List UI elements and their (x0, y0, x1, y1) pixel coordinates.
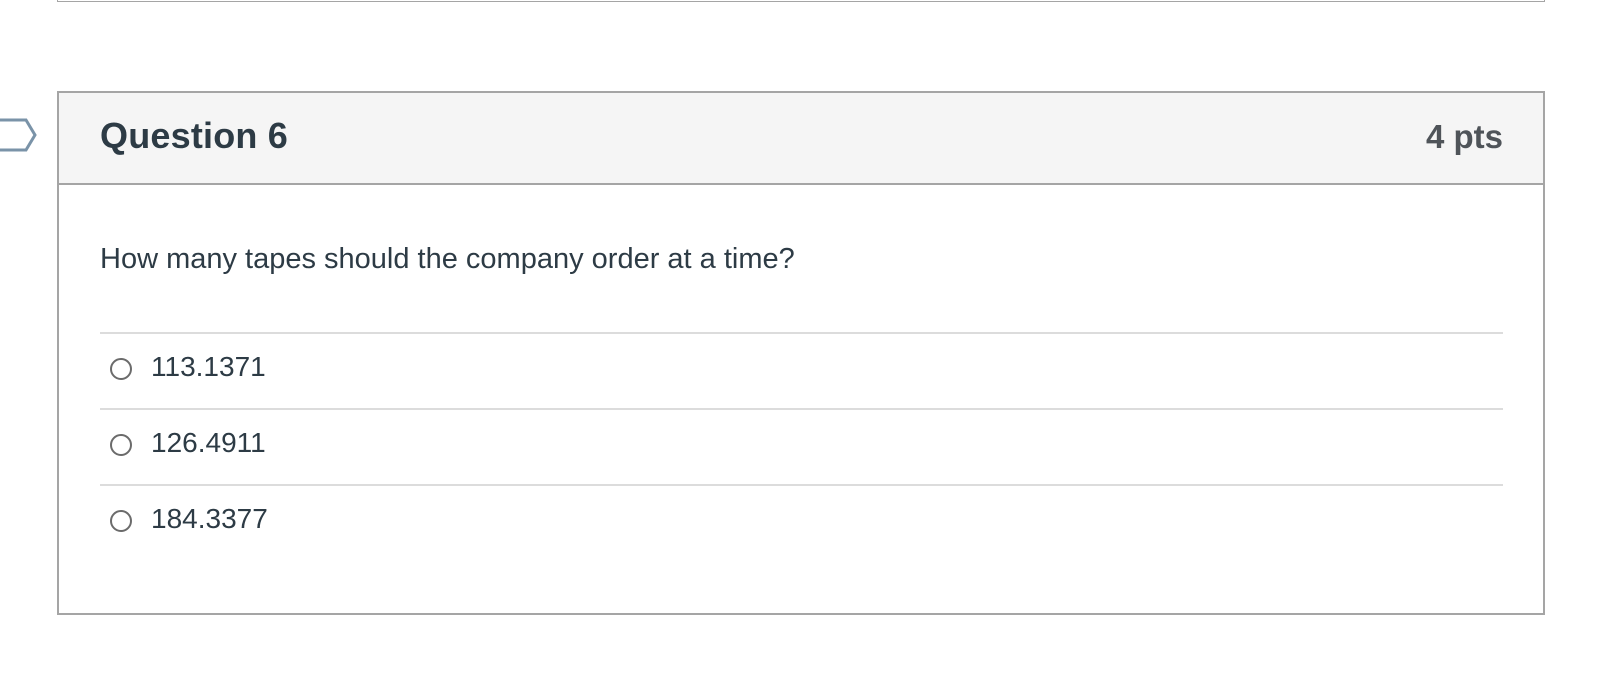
question-card: Question 6 4 pts How many tapes should t… (57, 91, 1545, 615)
question-header: Question 6 4 pts (59, 93, 1543, 185)
quiz-page: Question 6 4 pts How many tapes should t… (0, 0, 1604, 680)
flag-question-icon[interactable] (0, 117, 38, 153)
answer-option-2[interactable]: 126.4911 (100, 410, 1503, 486)
radio-unchecked-icon[interactable] (110, 358, 132, 380)
radio-unchecked-icon[interactable] (110, 434, 132, 456)
answer-option-3[interactable]: 184.3377 (100, 486, 1503, 562)
answer-list: 113.1371 126.4911 184.3377 (100, 332, 1503, 562)
previous-question-card (57, 0, 1545, 2)
question-body: How many tapes should the company order … (100, 185, 1503, 613)
answer-label[interactable]: 126.4911 (151, 427, 266, 459)
answer-label[interactable]: 113.1371 (151, 351, 266, 383)
answer-option-1[interactable]: 113.1371 (100, 334, 1503, 410)
radio-unchecked-icon[interactable] (110, 510, 132, 532)
answer-label[interactable]: 184.3377 (151, 503, 268, 535)
question-title: Question 6 (100, 115, 289, 156)
question-points: 4 pts (1425, 118, 1503, 155)
question-text: How many tapes should the company order … (100, 243, 795, 275)
